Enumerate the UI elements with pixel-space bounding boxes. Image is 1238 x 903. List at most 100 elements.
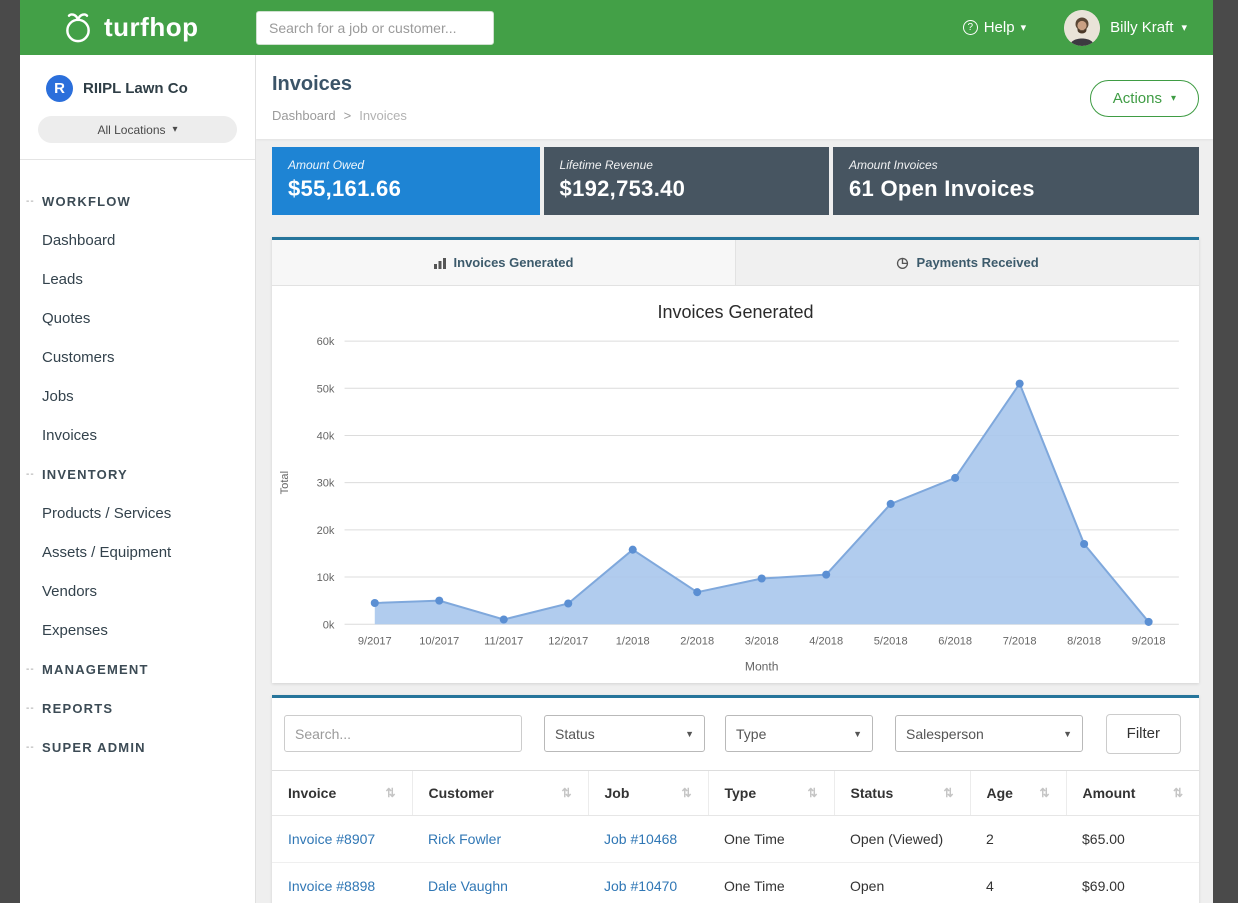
- svg-text:Month: Month: [745, 660, 779, 674]
- user-menu[interactable]: Billy Kraft ▾: [1110, 19, 1187, 36]
- svg-text:50k: 50k: [317, 383, 335, 395]
- col-header-status[interactable]: Status⇅: [834, 770, 970, 815]
- svg-text:11/2017: 11/2017: [484, 635, 523, 647]
- col-header-type[interactable]: Type⇅: [708, 770, 834, 815]
- avatar[interactable]: [1064, 10, 1100, 46]
- invoices-table-panel: Status ▼ Type ▼ Salesperson ▼ Filter: [272, 695, 1199, 903]
- type-select[interactable]: Type ▼: [725, 715, 873, 752]
- main-content: Invoices Dashboard > Invoices Actions ▾: [256, 55, 1213, 903]
- sort-icon[interactable]: ⇅: [681, 786, 691, 800]
- company-logo: R: [46, 75, 73, 102]
- company-row: R RIIPL Lawn Co: [20, 55, 255, 116]
- svg-text:9/2018: 9/2018: [1132, 635, 1166, 647]
- chart-panel: Invoices Generated ◷ Payments Received I…: [272, 237, 1199, 683]
- sort-icon[interactable]: ⇅: [1039, 786, 1049, 800]
- svg-text:4/2018: 4/2018: [809, 635, 843, 647]
- table-header-row: Invoice⇅ Customer⇅ Job⇅ Type⇅ Status⇅ Ag…: [272, 770, 1199, 815]
- page-title: Invoices: [272, 73, 407, 96]
- stat-lifetime-revenue: Lifetime Revenue $192,753.40: [544, 147, 829, 215]
- customer-link[interactable]: Dale Vaughn: [412, 862, 588, 903]
- col-header-job[interactable]: Job⇅: [588, 770, 708, 815]
- bar-chart-icon: [434, 257, 446, 269]
- svg-text:20k: 20k: [317, 525, 335, 537]
- sidebar-item-expenses[interactable]: Expenses: [20, 611, 255, 650]
- invoices-generated-chart: 0k10k20k30k40k50k60k9/201710/201711/2017…: [272, 329, 1199, 677]
- sidebar-section-reports[interactable]: -- REPORTS: [20, 689, 255, 728]
- type-cell: One Time: [708, 815, 834, 862]
- col-header-invoice[interactable]: Invoice⇅: [272, 770, 412, 815]
- brand-name: turfhop: [104, 12, 198, 43]
- tree-dash-icon: --: [26, 703, 42, 714]
- sidebar-nav: -- WORKFLOW Dashboard Leads Quotes Custo…: [20, 160, 255, 767]
- sidebar-item-invoices[interactable]: Invoices: [20, 416, 255, 455]
- clock-icon: ◷: [896, 254, 908, 271]
- status-cell: Open: [834, 862, 970, 903]
- user-name: Billy Kraft: [1110, 19, 1173, 36]
- sort-icon[interactable]: ⇅: [561, 786, 571, 800]
- salesperson-select[interactable]: Salesperson ▼: [895, 715, 1083, 752]
- job-link[interactable]: Job #10468: [588, 815, 708, 862]
- tree-dash-icon: --: [26, 664, 42, 675]
- customer-link[interactable]: Rick Fowler: [412, 815, 588, 862]
- sidebar-item-leads[interactable]: Leads: [20, 260, 255, 299]
- select-arrow-icon: ▼: [853, 729, 862, 739]
- select-arrow-icon: ▼: [1063, 729, 1072, 739]
- invoice-link[interactable]: Invoice #8907: [272, 815, 412, 862]
- sidebar-section-workflow[interactable]: -- WORKFLOW: [20, 182, 255, 221]
- sidebar-item-quotes[interactable]: Quotes: [20, 299, 255, 338]
- table-search-input[interactable]: [284, 715, 522, 752]
- tree-dash-icon: --: [26, 196, 42, 207]
- col-header-age[interactable]: Age⇅: [970, 770, 1066, 815]
- brand[interactable]: turfhop: [20, 10, 256, 46]
- breadcrumb-dashboard[interactable]: Dashboard: [272, 108, 336, 123]
- tab-payments-received[interactable]: ◷ Payments Received: [735, 240, 1199, 285]
- sidebar-section-inventory[interactable]: -- INVENTORY: [20, 455, 255, 494]
- sort-icon[interactable]: ⇅: [1173, 786, 1183, 800]
- topbar-right: ? Help ▾ Billy Kraft ▾: [963, 10, 1213, 46]
- help-menu[interactable]: ? Help ▾: [963, 19, 1026, 36]
- help-label: Help: [984, 19, 1015, 36]
- invoice-link[interactable]: Invoice #8898: [272, 862, 412, 903]
- sidebar-item-dashboard[interactable]: Dashboard: [20, 221, 255, 260]
- stats-row: Amount Owed $55,161.66 Lifetime Revenue …: [272, 147, 1199, 215]
- job-link[interactable]: Job #10470: [588, 862, 708, 903]
- chevron-down-icon: ▾: [1021, 21, 1027, 34]
- sidebar-section-management[interactable]: -- MANAGEMENT: [20, 650, 255, 689]
- svg-text:6/2018: 6/2018: [938, 635, 972, 647]
- svg-text:Total: Total: [279, 471, 291, 494]
- sidebar-item-vendors[interactable]: Vendors: [20, 572, 255, 611]
- tree-dash-icon: --: [26, 742, 42, 753]
- chevron-down-icon: ▾: [173, 124, 178, 135]
- sidebar-item-jobs[interactable]: Jobs: [20, 377, 255, 416]
- actions-button[interactable]: Actions ▾: [1090, 80, 1199, 117]
- svg-text:8/2018: 8/2018: [1067, 635, 1101, 647]
- sidebar-item-products-services[interactable]: Products / Services: [20, 494, 255, 533]
- svg-text:30k: 30k: [317, 478, 335, 490]
- col-header-customer[interactable]: Customer⇅: [412, 770, 588, 815]
- stat-amount-owed: Amount Owed $55,161.66: [272, 147, 540, 215]
- chart-title: Invoices Generated: [272, 302, 1199, 323]
- svg-text:9/2017: 9/2017: [358, 635, 392, 647]
- tree-dash-icon: --: [26, 469, 42, 480]
- stat-open-invoices: Amount Invoices 61 Open Invoices: [833, 147, 1199, 215]
- location-selector[interactable]: All Locations ▾: [38, 116, 237, 143]
- sort-icon[interactable]: ⇅: [943, 786, 953, 800]
- help-icon: ?: [963, 20, 978, 35]
- sidebar-section-super-admin[interactable]: -- SUPER ADMIN: [20, 728, 255, 767]
- svg-text:12/2017: 12/2017: [548, 635, 588, 647]
- invoices-table: Invoice⇅ Customer⇅ Job⇅ Type⇅ Status⇅ Ag…: [272, 770, 1199, 903]
- tab-invoices-generated[interactable]: Invoices Generated: [272, 240, 735, 285]
- breadcrumb-separator: >: [344, 108, 352, 123]
- sidebar-item-customers[interactable]: Customers: [20, 338, 255, 377]
- breadcrumb-current: Invoices: [359, 108, 407, 123]
- chart-area: Invoices Generated 0k10k20k30k40k50k60k9…: [272, 286, 1199, 683]
- global-search-input[interactable]: [256, 11, 494, 45]
- sort-icon[interactable]: ⇅: [807, 786, 817, 800]
- filter-button[interactable]: Filter: [1106, 714, 1181, 754]
- status-select[interactable]: Status ▼: [544, 715, 705, 752]
- sidebar-item-assets-equipment[interactable]: Assets / Equipment: [20, 533, 255, 572]
- age-cell: 2: [970, 815, 1066, 862]
- breadcrumb: Dashboard > Invoices: [272, 108, 407, 123]
- col-header-amount[interactable]: Amount⇅: [1066, 770, 1199, 815]
- sort-icon[interactable]: ⇅: [385, 786, 395, 800]
